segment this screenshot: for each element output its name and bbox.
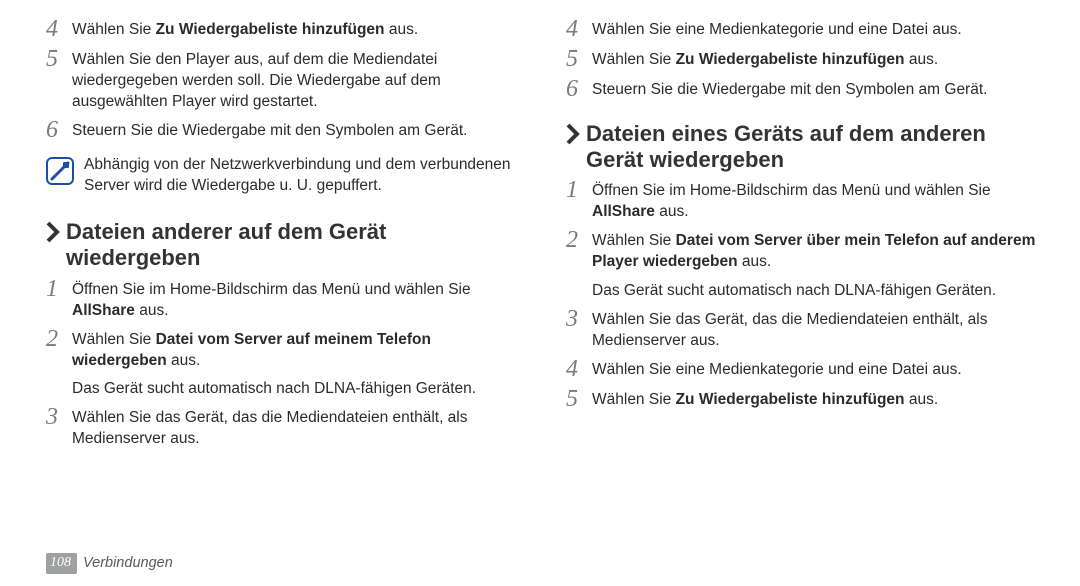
text: Wählen Sie bbox=[592, 232, 676, 249]
step-text: Wählen Sie das Gerät, das die Mediendate… bbox=[592, 308, 1042, 352]
step-text: Wählen Sie eine Medienkategorie und eine… bbox=[592, 18, 1042, 41]
text: aus. bbox=[905, 51, 939, 68]
chevron-right-icon bbox=[46, 221, 60, 243]
step-item: 4 Wählen Sie eine Medienkategorie und ei… bbox=[566, 358, 1042, 382]
step-text: Wählen Sie den Player aus, auf dem die M… bbox=[72, 48, 522, 113]
step-item: 6 Steuern Sie die Wiedergabe mit den Sym… bbox=[46, 119, 522, 143]
step-number: 5 bbox=[566, 387, 592, 412]
step-number: 2 bbox=[46, 327, 72, 352]
step-item: 3 Wählen Sie das Gerät, das die Medienda… bbox=[566, 308, 1042, 352]
step-text: Öffnen Sie im Home-Bildschirm das Menü u… bbox=[592, 179, 1042, 223]
text: Wählen Sie bbox=[72, 331, 156, 348]
text: aus. bbox=[905, 391, 939, 408]
step-text: Öffnen Sie im Home-Bildschirm das Menü u… bbox=[72, 278, 522, 322]
step-number: 3 bbox=[46, 405, 72, 430]
step-text: Wählen Sie Zu Wiedergabeliste hinzufügen… bbox=[592, 48, 1042, 71]
step-text: Wählen Sie eine Medienkategorie und eine… bbox=[592, 358, 1042, 381]
info-note: Abhängig von der Netzwerkverbindung und … bbox=[46, 155, 522, 197]
step-number: 1 bbox=[46, 277, 72, 302]
step-item: 5 Wählen Sie Zu Wiedergabeliste hinzufüg… bbox=[566, 388, 1042, 412]
heading-text: Dateien anderer auf dem Gerät wiedergebe… bbox=[66, 219, 522, 272]
step-item: 6 Steuern Sie die Wiedergabe mit den Sym… bbox=[566, 78, 1042, 102]
step-number: 2 bbox=[566, 228, 592, 253]
text: aus. bbox=[655, 203, 689, 220]
text: aus. bbox=[738, 253, 772, 270]
bold-text: Zu Wiedergabeliste hinzufügen bbox=[676, 391, 905, 408]
step-number: 3 bbox=[566, 307, 592, 332]
page-number: 108 bbox=[46, 553, 77, 574]
step-number: 1 bbox=[566, 178, 592, 203]
left-column: 4 Wählen Sie Zu Wiedergabeliste hinzufüg… bbox=[46, 18, 522, 545]
text: Wählen Sie bbox=[72, 21, 156, 38]
note-text: Abhängig von der Netzwerkverbindung und … bbox=[84, 155, 522, 197]
step-number: 4 bbox=[566, 17, 592, 42]
bold-text: Zu Wiedergabeliste hinzufügen bbox=[156, 21, 385, 38]
step-item: 4 Wählen Sie Zu Wiedergabeliste hinzufüg… bbox=[46, 18, 522, 42]
step-item: 2 Wählen Sie Datei vom Server auf meinem… bbox=[46, 328, 522, 372]
section-heading: Dateien anderer auf dem Gerät wiedergebe… bbox=[46, 219, 522, 272]
bold-text: AllShare bbox=[592, 203, 655, 220]
footer-section: Verbindungen bbox=[83, 554, 173, 574]
step-text: Steuern Sie die Wiedergabe mit den Symbo… bbox=[592, 78, 1042, 101]
step-item: 3 Wählen Sie das Gerät, das die Medienda… bbox=[46, 406, 522, 450]
step-number: 4 bbox=[566, 357, 592, 382]
step-text: Wählen Sie Zu Wiedergabeliste hinzufügen… bbox=[72, 18, 522, 41]
step-subtext: Das Gerät sucht automatisch nach DLNA-fä… bbox=[72, 379, 522, 400]
step-item: 4 Wählen Sie eine Medienkategorie und ei… bbox=[566, 18, 1042, 42]
step-number: 6 bbox=[46, 118, 72, 143]
step-item: 1 Öffnen Sie im Home-Bildschirm das Menü… bbox=[566, 179, 1042, 223]
step-item: 5 Wählen Sie den Player aus, auf dem die… bbox=[46, 48, 522, 113]
text: aus. bbox=[135, 302, 169, 319]
step-item: 5 Wählen Sie Zu Wiedergabeliste hinzufüg… bbox=[566, 48, 1042, 72]
chevron-right-icon bbox=[566, 123, 580, 145]
right-column: 4 Wählen Sie eine Medienkategorie und ei… bbox=[566, 18, 1042, 545]
step-number: 6 bbox=[566, 77, 592, 102]
step-text: Wählen Sie Datei vom Server auf meinem T… bbox=[72, 328, 522, 372]
text: aus. bbox=[385, 21, 419, 38]
step-text: Steuern Sie die Wiedergabe mit den Symbo… bbox=[72, 119, 522, 142]
section-heading: Dateien eines Geräts auf dem anderen Ger… bbox=[566, 121, 1042, 174]
step-text: Wählen Sie Zu Wiedergabeliste hinzufügen… bbox=[592, 388, 1042, 411]
step-subtext: Das Gerät sucht automatisch nach DLNA-fä… bbox=[592, 281, 1042, 302]
step-number: 4 bbox=[46, 17, 72, 42]
bold-text: AllShare bbox=[72, 302, 135, 319]
heading-text: Dateien eines Geräts auf dem anderen Ger… bbox=[586, 121, 1042, 174]
step-item: 2 Wählen Sie Datei vom Server über mein … bbox=[566, 229, 1042, 273]
page-footer: 108 Verbindungen bbox=[46, 553, 1042, 574]
text: aus. bbox=[167, 352, 201, 369]
step-text: Wählen Sie das Gerät, das die Mediendate… bbox=[72, 406, 522, 450]
text: Wählen Sie bbox=[592, 391, 676, 408]
step-item: 1 Öffnen Sie im Home-Bildschirm das Menü… bbox=[46, 278, 522, 322]
step-number: 5 bbox=[46, 47, 72, 72]
text: Öffnen Sie im Home-Bildschirm das Menü u… bbox=[592, 182, 991, 199]
step-text: Wählen Sie Datei vom Server über mein Te… bbox=[592, 229, 1042, 273]
bold-text: Zu Wiedergabeliste hinzufügen bbox=[676, 51, 905, 68]
text: Öffnen Sie im Home-Bildschirm das Menü u… bbox=[72, 281, 471, 298]
note-icon bbox=[46, 157, 74, 185]
text: Wählen Sie bbox=[592, 51, 676, 68]
step-number: 5 bbox=[566, 47, 592, 72]
